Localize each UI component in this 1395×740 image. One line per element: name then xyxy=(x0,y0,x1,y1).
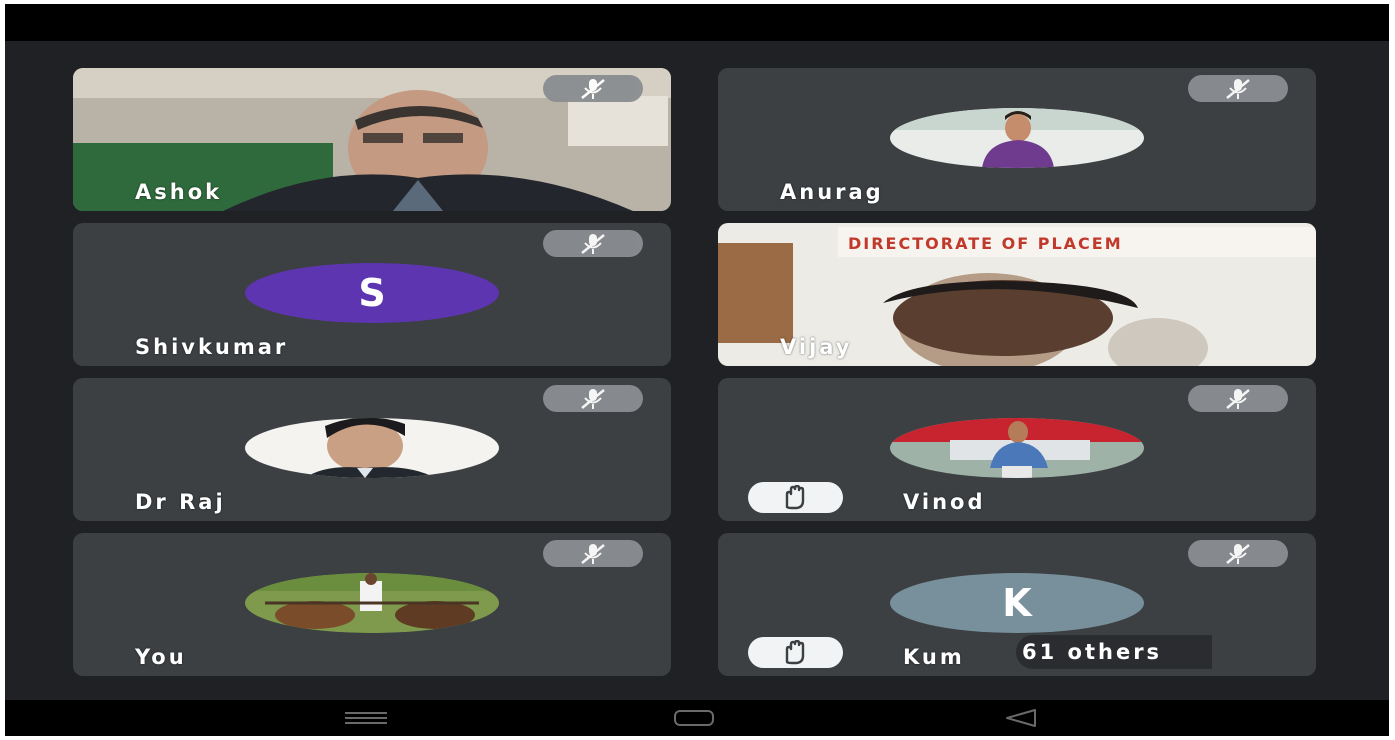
meeting-screen: Ashok Anurag S Shivkumar DIRECTORATE OF … xyxy=(5,4,1389,736)
participant-name: Shivkumar xyxy=(135,335,289,359)
mic-off-icon xyxy=(1226,544,1250,564)
mic-off-icon xyxy=(1226,389,1250,409)
avatar-initial: S xyxy=(245,263,499,323)
participant-name: Kum xyxy=(903,645,965,669)
participant-tile-dr-raj[interactable]: Dr Raj xyxy=(73,378,671,521)
mic-off-icon xyxy=(581,79,605,99)
mic-off-icon xyxy=(581,544,605,564)
participant-tile-you[interactable]: You xyxy=(73,533,671,676)
status-bar xyxy=(5,4,1389,41)
participant-name: Anurag xyxy=(780,180,884,204)
navigation-bar xyxy=(5,700,1389,736)
participant-tile-ashok[interactable]: Ashok xyxy=(73,68,671,211)
participant-name: You xyxy=(135,645,187,669)
recents-icon[interactable] xyxy=(341,708,391,728)
raised-hand-badge xyxy=(748,637,843,668)
participant-name: Dr Raj xyxy=(135,490,226,514)
participant-tile-vijay[interactable]: DIRECTORATE OF PLACEM Vijay xyxy=(718,223,1316,366)
avatar-initial: K xyxy=(890,573,1144,633)
participant-tile-shivkumar[interactable]: S Shivkumar xyxy=(73,223,671,366)
mic-off-icon xyxy=(581,234,605,254)
participant-name: Ashok xyxy=(135,180,223,204)
participant-name: Vijay xyxy=(780,335,853,359)
home-icon[interactable] xyxy=(671,708,717,728)
back-icon[interactable] xyxy=(1001,708,1041,728)
mute-indicator xyxy=(543,230,643,257)
mute-indicator xyxy=(543,540,643,567)
participant-tile-kum[interactable]: K Kum 61 others xyxy=(718,533,1316,676)
mic-off-icon xyxy=(1226,79,1250,99)
mute-indicator xyxy=(543,385,643,412)
mute-indicator xyxy=(543,75,643,102)
mic-off-icon xyxy=(581,389,605,409)
avatar xyxy=(245,573,499,633)
video-sign-text: DIRECTORATE OF PLACEM xyxy=(848,234,1123,253)
participant-tile-vinod[interactable]: Vinod xyxy=(718,378,1316,521)
participant-name: Vinod xyxy=(903,490,986,514)
avatar xyxy=(245,418,499,478)
others-count-chip[interactable]: 61 others xyxy=(1016,635,1213,669)
mute-indicator xyxy=(1188,385,1288,412)
avatar xyxy=(890,108,1144,168)
mute-indicator xyxy=(1188,540,1288,567)
raised-hand-icon xyxy=(785,640,805,665)
raised-hand-icon xyxy=(785,485,805,510)
raised-hand-badge xyxy=(748,482,843,513)
participant-tile-anurag[interactable]: Anurag xyxy=(718,68,1316,211)
mute-indicator xyxy=(1188,75,1288,102)
avatar xyxy=(890,418,1144,478)
